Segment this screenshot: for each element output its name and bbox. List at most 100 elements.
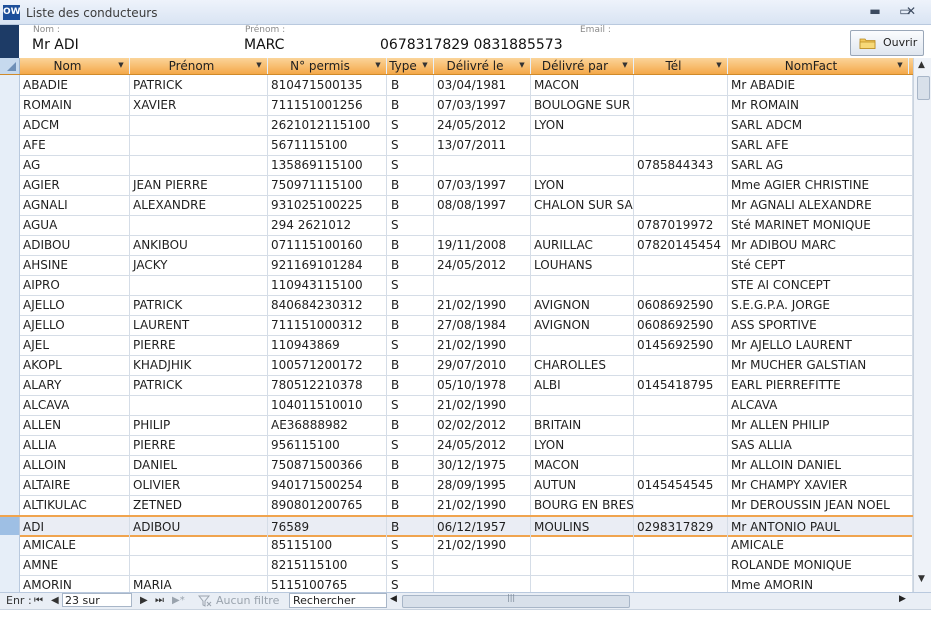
table-cell[interactable]: 5671115100: [268, 135, 387, 155]
row-selector[interactable]: [0, 355, 20, 375]
table-cell[interactable]: [634, 255, 728, 275]
table-cell[interactable]: BOULOGNE SUR M: [531, 95, 634, 115]
row-selector[interactable]: [0, 315, 20, 335]
table-cell[interactable]: XAVIER: [130, 95, 268, 115]
table-cell[interactable]: S: [387, 575, 434, 592]
horizontal-scroll-thumb[interactable]: |||: [402, 593, 630, 608]
nom-field[interactable]: Mr ADI: [32, 37, 79, 53]
table-cell[interactable]: AUTUN: [531, 475, 634, 495]
table-cell[interactable]: 30/12/1975: [434, 455, 531, 475]
table-cell[interactable]: [130, 115, 268, 135]
table-cell[interactable]: ROMAIN: [20, 95, 130, 115]
table-row[interactable]: AHSINE JACKY 921169101284 B 24/05/2012 LOUHAN…: [0, 255, 913, 276]
table-row[interactable]: ALLOIN DANIEL 750871500366 B 30/12/1975 MACON…: [0, 455, 913, 476]
ouvrir-button[interactable]: Ouvrir: [850, 30, 924, 56]
table-cell[interactable]: Mr DEROUSSIN JEAN NOEL: [728, 495, 913, 515]
table-cell[interactable]: [434, 575, 531, 592]
table-cell[interactable]: 27/08/1984: [434, 315, 531, 335]
table-cell[interactable]: MARIA: [130, 575, 268, 592]
row-selector[interactable]: [0, 175, 20, 195]
table-cell[interactable]: [634, 95, 728, 115]
table-cell[interactable]: Mme AMORIN: [728, 575, 913, 592]
table-cell[interactable]: JEAN PIERRE: [130, 175, 268, 195]
table-cell[interactable]: B: [387, 195, 434, 215]
table-cell[interactable]: [634, 175, 728, 195]
table-cell[interactable]: [130, 215, 268, 235]
table-cell[interactable]: B: [387, 175, 434, 195]
table-row[interactable]: ALTIKULAC ZETNED 890801200765 B 21/02/1990 BO…: [0, 495, 913, 516]
table-cell[interactable]: ALLEN: [20, 415, 130, 435]
table-cell[interactable]: SARL AFE: [728, 135, 913, 155]
table-cell[interactable]: [634, 195, 728, 215]
table-cell[interactable]: 21/02/1990: [434, 335, 531, 355]
table-cell[interactable]: Sté MARINET MONIQUE: [728, 215, 913, 235]
table-cell[interactable]: SARL ADCM: [728, 115, 913, 135]
table-cell[interactable]: [531, 575, 634, 592]
dropdown-arrow-icon[interactable]: ▼: [420, 59, 430, 71]
col-header-type[interactable]: Type ▼: [387, 58, 434, 74]
table-cell[interactable]: LOUHANS: [531, 255, 634, 275]
table-cell[interactable]: ALEXANDRE: [130, 195, 268, 215]
table-cell[interactable]: ASS SPORTIVE: [728, 315, 913, 335]
current-record-input[interactable]: 23 sur 1918: [62, 593, 132, 621]
table-cell[interactable]: 24/05/2012: [434, 435, 531, 455]
table-cell[interactable]: ALCAVA: [20, 395, 130, 415]
table-cell[interactable]: AVIGNON: [531, 295, 634, 315]
table-cell[interactable]: ADI: [20, 517, 130, 537]
table-cell[interactable]: 100571200172: [268, 355, 387, 375]
table-cell[interactable]: PATRICK: [130, 375, 268, 395]
table-cell[interactable]: ALLIA: [20, 435, 130, 455]
table-cell[interactable]: Mr ALLEN PHILIP: [728, 415, 913, 435]
table-cell[interactable]: 8215115100: [268, 555, 387, 575]
table-cell[interactable]: [434, 555, 531, 575]
table-cell[interactable]: AKOPL: [20, 355, 130, 375]
table-cell[interactable]: JACKY: [130, 255, 268, 275]
table-cell[interactable]: B: [387, 415, 434, 435]
prenom-field[interactable]: MARC: [244, 37, 284, 53]
row-selector[interactable]: [0, 275, 20, 295]
search-input[interactable]: Rechercher: [289, 593, 387, 608]
table-cell[interactable]: 840684230312: [268, 295, 387, 315]
table-cell[interactable]: 07/03/1997: [434, 95, 531, 115]
table-cell[interactable]: [531, 335, 634, 355]
table-row[interactable]: AJEL PIERRE 110943869 S 21/02/1990 0145692590…: [0, 335, 913, 356]
table-cell[interactable]: 104011510010: [268, 395, 387, 415]
table-cell[interactable]: [434, 155, 531, 175]
table-cell[interactable]: Sté CEPT: [728, 255, 913, 275]
table-cell[interactable]: AGIER: [20, 175, 130, 195]
table-cell[interactable]: [634, 135, 728, 155]
table-cell[interactable]: 931025100225: [268, 195, 387, 215]
table-cell[interactable]: LAURENT: [130, 315, 268, 335]
table-cell[interactable]: B: [387, 375, 434, 395]
table-cell[interactable]: AJELLO: [20, 315, 130, 335]
table-row[interactable]: AG 135869115100 S 0785844343 SARL AG: [0, 155, 913, 176]
table-cell[interactable]: 21/02/1990: [434, 395, 531, 415]
table-cell[interactable]: Mr ROMAIN: [728, 95, 913, 115]
table-cell[interactable]: AMICALE: [728, 535, 913, 555]
table-cell[interactable]: 0298317829: [634, 517, 728, 537]
table-row[interactable]: AJELLO LAURENT 711151000312 B 27/08/1984 AVIG…: [0, 315, 913, 336]
table-cell[interactable]: 2621012115100: [268, 115, 387, 135]
table-cell[interactable]: Mr MUCHER GALSTIAN: [728, 355, 913, 375]
row-selector[interactable]: [0, 395, 20, 415]
table-cell[interactable]: 0787019972: [634, 215, 728, 235]
row-selector[interactable]: [0, 215, 20, 235]
scroll-left-icon[interactable]: ◀: [390, 594, 397, 604]
horizontal-scrollbar[interactable]: ◀ ||| ▶: [388, 593, 912, 608]
table-cell[interactable]: [130, 555, 268, 575]
table-cell[interactable]: 21/02/1990: [434, 495, 531, 515]
table-row[interactable]: ALARY PATRICK 780512210378 B 05/10/1978 ALBI 0…: [0, 375, 913, 396]
table-cell[interactable]: 03/04/1981: [434, 75, 531, 95]
table-cell[interactable]: [531, 395, 634, 415]
table-cell[interactable]: 0145454545: [634, 475, 728, 495]
col-header-permis[interactable]: N° permis ▼: [268, 58, 387, 74]
table-cell[interactable]: ALTAIRE: [20, 475, 130, 495]
table-row[interactable]: ADI ADIBOU 76589 B 06/12/1957 MOULINS 02983178…: [0, 515, 913, 537]
table-row[interactable]: AMICALE 85115100 S 21/02/1990 AMICALE: [0, 535, 913, 556]
table-cell[interactable]: PIERRE: [130, 435, 268, 455]
table-cell[interactable]: S: [387, 215, 434, 235]
table-row[interactable]: AJELLO PATRICK 840684230312 B 21/02/1990 AVIG…: [0, 295, 913, 316]
first-record-icon[interactable]: ⏮: [34, 594, 43, 608]
table-cell[interactable]: Mr ANTONIO PAUL: [728, 517, 913, 537]
table-cell[interactable]: AJEL: [20, 335, 130, 355]
